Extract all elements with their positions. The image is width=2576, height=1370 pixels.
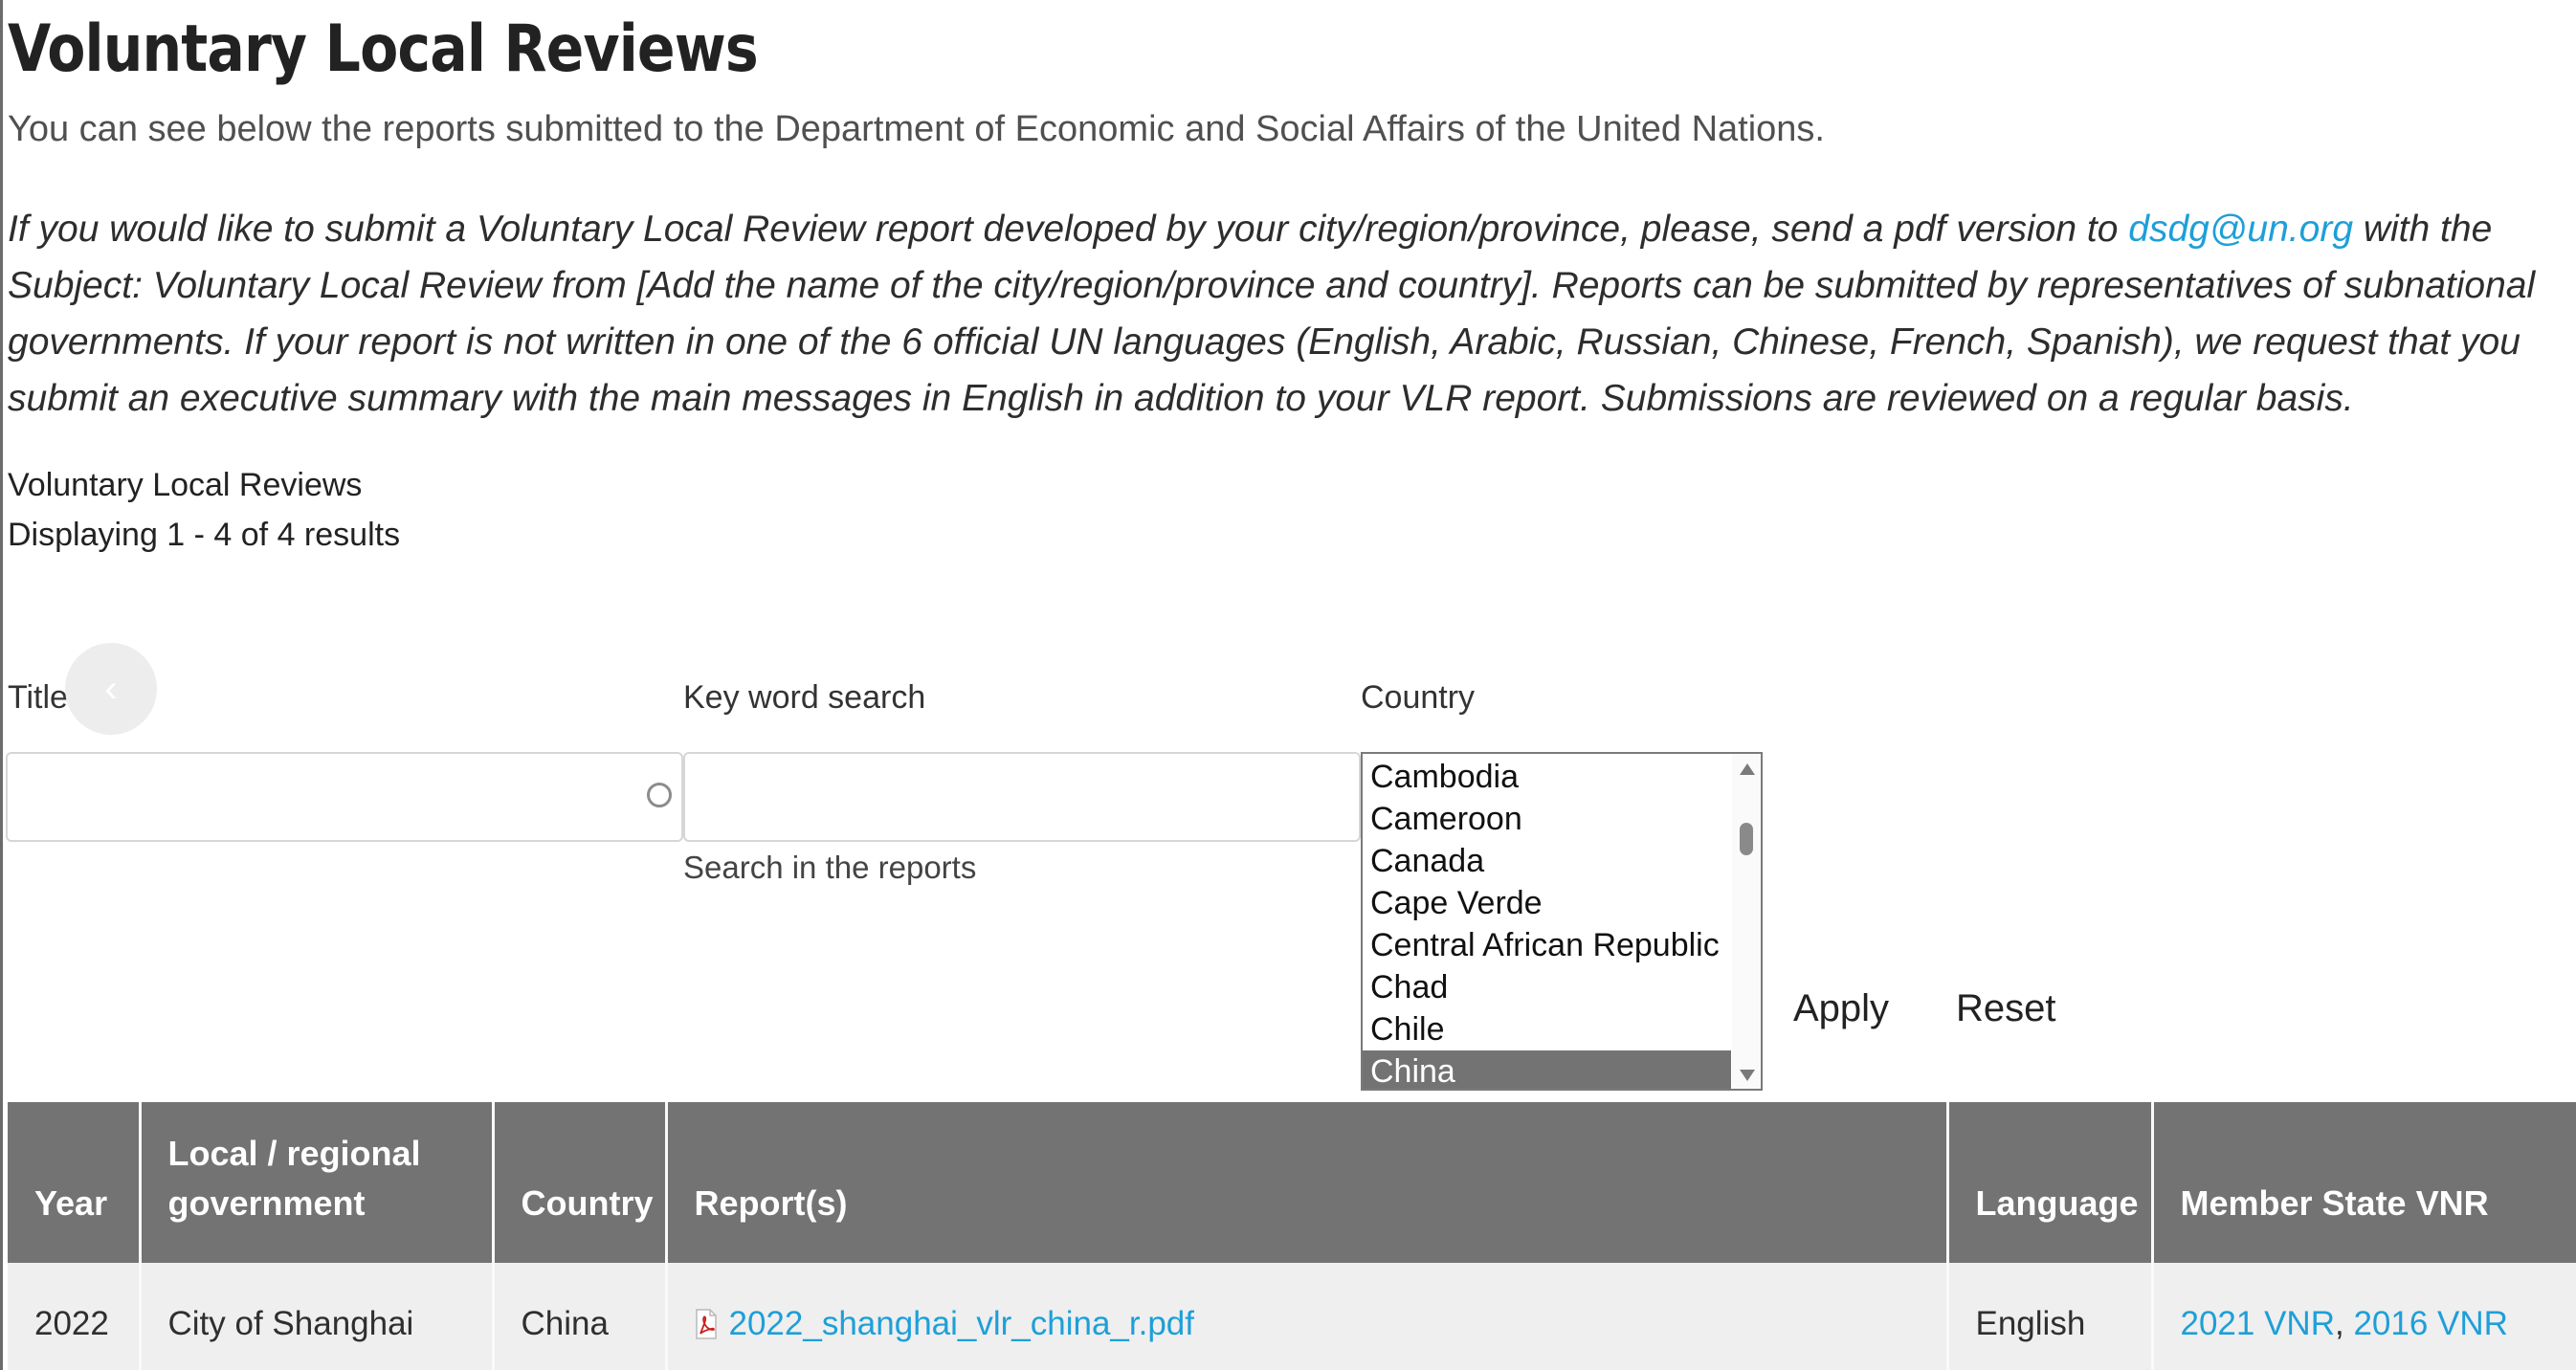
country-option-selected[interactable]: China: [1363, 1050, 1731, 1089]
select-scrollbar[interactable]: [1732, 754, 1761, 1089]
email-link[interactable]: dsdg@un.org: [2128, 209, 2353, 250]
column-header-vnr: Member State VNR: [2152, 1102, 2576, 1263]
report-link[interactable]: 2022_shanghai_vlr_china_r.pdf: [729, 1305, 1195, 1342]
apply-button[interactable]: Apply: [1793, 987, 1889, 1030]
vnr-separator: ,: [2334, 1305, 2354, 1342]
country-option[interactable]: Chad: [1363, 966, 1731, 1008]
results-summary: Displaying 1 - 4 of 4 results: [8, 517, 401, 553]
cell-country: China: [493, 1263, 668, 1370]
page: Voluntary Local Reviews You can see belo…: [0, 0, 2576, 1370]
column-header-country: Country: [493, 1102, 668, 1263]
cell-government: City of Shanghai: [140, 1263, 495, 1370]
cell-report: 2022_shanghai_vlr_china_r.pdf: [666, 1263, 1949, 1370]
cell-year: 2022: [8, 1263, 142, 1370]
reset-button[interactable]: Reset: [1956, 987, 2056, 1030]
scroll-thumb[interactable]: [1740, 823, 1753, 855]
intro-text: You can see below the reports submitted …: [8, 109, 1825, 149]
view-title: Voluntary Local Reviews: [8, 467, 363, 503]
column-header-government: Local / regional government: [140, 1102, 495, 1263]
country-option[interactable]: Cambodia: [1363, 756, 1731, 798]
country-select[interactable]: Cambodia Cameroon Canada Cape Verde Cent…: [1361, 752, 1763, 1091]
table-row: 2022 City of Shanghai China 2022_shangha…: [8, 1263, 2576, 1370]
notice-text-before: If you would like to submit a Voluntary …: [8, 209, 2129, 250]
country-option[interactable]: Cameroon: [1363, 798, 1731, 840]
column-header-language: Language: [1947, 1102, 2154, 1263]
pdf-file-icon: [695, 1309, 718, 1339]
page-title: Voluntary Local Reviews: [8, 11, 759, 87]
country-option[interactable]: Central African Republic: [1363, 924, 1731, 966]
submission-notice: If you would like to submit a Voluntary …: [8, 201, 2572, 427]
country-option[interactable]: Chile: [1363, 1008, 1731, 1050]
scroll-down-arrow-icon[interactable]: [1740, 1070, 1755, 1081]
keyword-description: Search in the reports: [683, 850, 977, 885]
loading-ring-icon: [647, 783, 672, 807]
country-filter-label: Country: [1361, 679, 1476, 716]
column-header-reports: Report(s): [666, 1102, 1949, 1263]
table-header-row: Year Local / regional government Country…: [8, 1102, 2576, 1263]
cell-vnr: 2021 VNR, 2016 VNR: [2152, 1263, 2576, 1370]
left-border: [0, 0, 3, 1370]
country-option[interactable]: Canada: [1363, 840, 1731, 882]
vnr-link[interactable]: 2016 VNR: [2353, 1305, 2507, 1342]
keyword-input[interactable]: [683, 752, 1361, 842]
column-header-year: Year: [8, 1102, 142, 1263]
chevron-left-icon[interactable]: ‹: [65, 643, 157, 735]
title-filter-label: Title: [8, 679, 68, 716]
keyword-filter-label: Key word search: [683, 679, 926, 716]
scroll-up-arrow-icon[interactable]: [1740, 763, 1755, 775]
vnr-link[interactable]: 2021 VNR: [2181, 1305, 2335, 1342]
results-table: Year Local / regional government Country…: [8, 1102, 2576, 1370]
country-option[interactable]: Cape Verde: [1363, 882, 1731, 924]
title-input[interactable]: [6, 752, 683, 842]
cell-language: English: [1947, 1263, 2154, 1370]
